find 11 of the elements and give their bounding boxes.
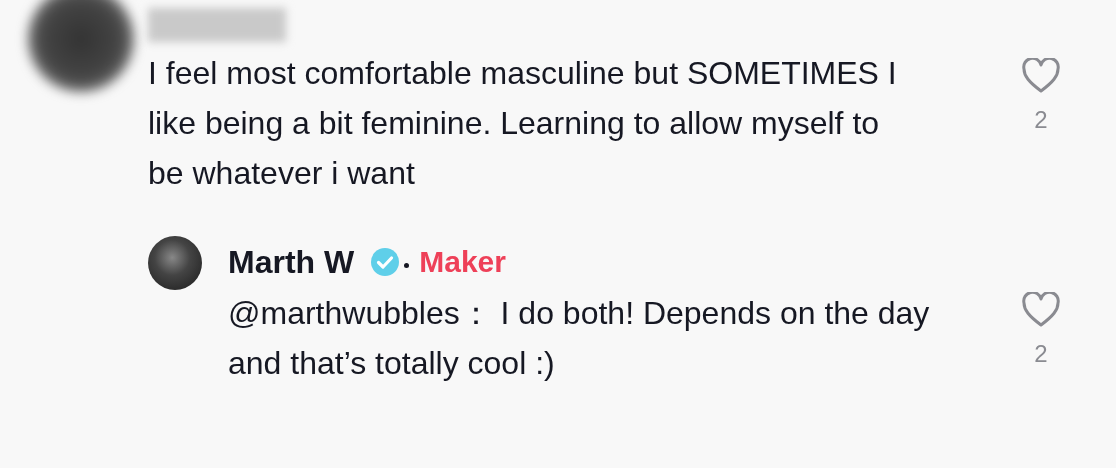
username[interactable]: Marth W (228, 243, 355, 281)
comment-text: I feel most comfortable masculine but SOMETIMES I like being a bit feminine. Learning to allow myself to be whatever i want (148, 54, 898, 193)
avatar[interactable] (28, 0, 134, 92)
reply-text: @marthwubbles： I do both! Depends on the day and that’s totally cool :) (228, 294, 931, 383)
separator-dot (404, 262, 410, 268)
creator-label: Maker (419, 245, 506, 279)
heart-icon[interactable] (1021, 292, 1061, 328)
heart-icon[interactable] (1021, 58, 1061, 94)
avatar[interactable] (148, 236, 202, 290)
like-count: 2 (1034, 106, 1048, 134)
like-count: 2 (1034, 340, 1048, 368)
